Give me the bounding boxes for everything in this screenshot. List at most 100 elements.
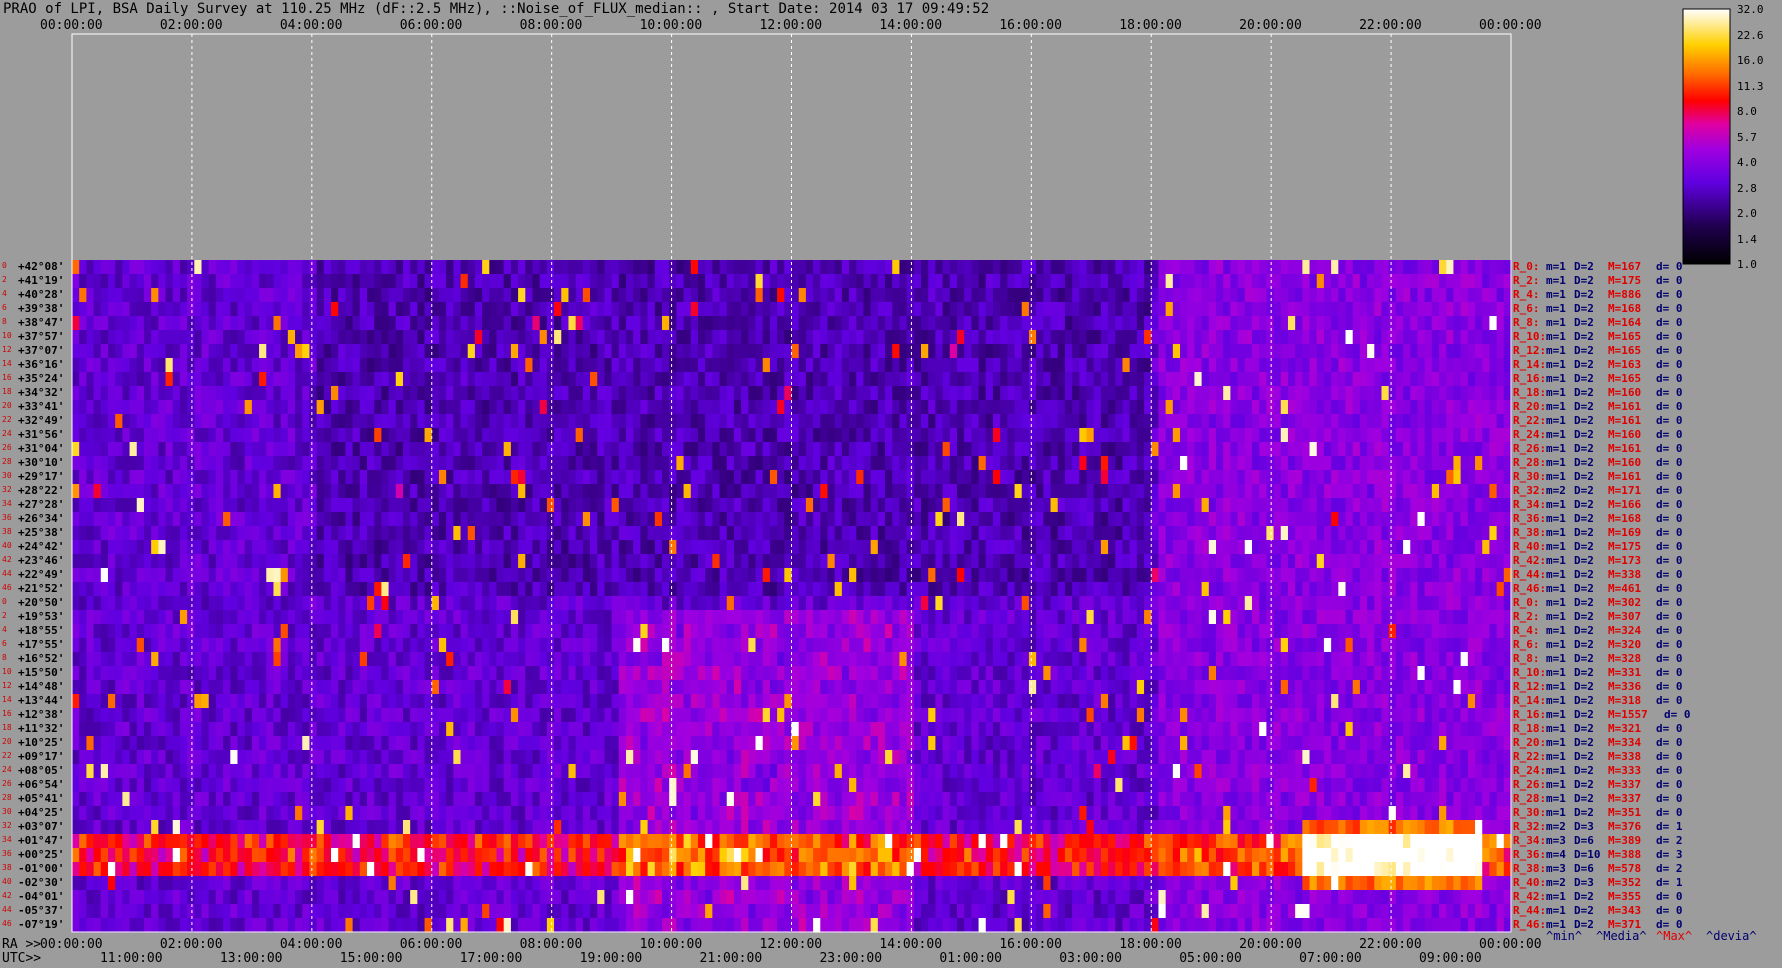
heatmap-cell (849, 554, 857, 569)
heatmap-cell (1079, 512, 1088, 527)
heatmap-cell (1323, 582, 1332, 597)
heatmap-cell (129, 512, 138, 527)
heatmap-cell (100, 386, 109, 401)
heatmap-cell (1345, 386, 1354, 401)
heatmap-cell (1043, 554, 1052, 569)
heatmap-cell (172, 582, 181, 597)
heatmap-cell (661, 526, 670, 541)
heatmap-cell (122, 372, 131, 387)
heatmap-cell (1475, 512, 1483, 527)
heatmap-cell (1050, 526, 1059, 541)
heatmap-cell (1187, 470, 1196, 485)
heatmap-cell (367, 428, 375, 443)
heatmap-cell (244, 316, 253, 331)
heatmap-cell (992, 442, 1001, 457)
heatmap-cell (726, 582, 735, 597)
heatmap-cell (280, 428, 289, 443)
heatmap-cell (813, 568, 821, 583)
heatmap-cell (1439, 498, 1447, 513)
heatmap-cell (323, 316, 332, 331)
heatmap-cell (1460, 316, 1469, 331)
heatmap-cell (1093, 540, 1102, 555)
heatmap-cell (546, 442, 555, 457)
heatmap-cell (424, 302, 433, 317)
heatmap-cell (1453, 540, 1462, 555)
heatmap-cell (72, 484, 80, 499)
heatmap-cell (323, 414, 332, 429)
heatmap-cell (971, 260, 980, 275)
heatmap-cell (1172, 330, 1181, 345)
heatmap-cell (1323, 330, 1332, 345)
heatmap-cell (482, 358, 490, 373)
heatmap-cell (244, 540, 253, 555)
heatmap-cell (626, 596, 634, 611)
heatmap-cell (921, 470, 929, 485)
heatmap-cell (474, 484, 483, 499)
heatmap-cell (331, 260, 339, 275)
heatmap-cell (1028, 330, 1037, 345)
heatmap-cell (755, 554, 764, 569)
heatmap-cell (1475, 568, 1483, 583)
heatmap-cell (474, 288, 483, 303)
heatmap-cell (1475, 442, 1483, 457)
heatmap-cell (856, 288, 865, 303)
heatmap-cell (438, 498, 447, 513)
heatmap-cell (1439, 484, 1447, 499)
heatmap-cell (697, 568, 706, 583)
heatmap-cell (1050, 568, 1059, 583)
heatmap-cell (151, 428, 159, 443)
heatmap-cell (79, 498, 87, 513)
heatmap-cell (885, 456, 893, 471)
heatmap-cell (1453, 316, 1462, 331)
heatmap-cell (93, 414, 102, 429)
heatmap-cell (259, 526, 267, 541)
heatmap-cell (762, 400, 771, 415)
heatmap-cell (1151, 582, 1160, 597)
heatmap-cell (1467, 274, 1476, 289)
heatmap-cell (618, 288, 627, 303)
heatmap-cell (172, 386, 181, 401)
heatmap-cell (1072, 260, 1080, 275)
heatmap-cell (453, 512, 462, 527)
heatmap-cell (1359, 344, 1368, 359)
heatmap-cell (1122, 470, 1131, 485)
heatmap-cell (841, 274, 850, 289)
heatmap-cell (331, 400, 339, 415)
heatmap-cell (374, 302, 382, 317)
heatmap-cell (755, 260, 764, 275)
heatmap-cell (1158, 260, 1167, 275)
heatmap-cell (374, 540, 382, 555)
heatmap-cell (424, 386, 433, 401)
heatmap-cell (1093, 442, 1102, 457)
heatmap-cell (582, 498, 591, 513)
heatmap-cell (215, 540, 224, 555)
heatmap-cell (1079, 582, 1088, 597)
heatmap-cell (417, 470, 426, 485)
heatmap-cell (554, 316, 562, 331)
heatmap-cell (1374, 358, 1383, 373)
heatmap-cell (1309, 288, 1318, 303)
heatmap-cell (1273, 582, 1282, 597)
heatmap-cell (194, 498, 203, 513)
heatmap-cell (791, 274, 800, 289)
heatmap-cell (158, 316, 167, 331)
heatmap-cell (1151, 288, 1160, 303)
heatmap-cell (626, 428, 634, 443)
heatmap-cell (985, 302, 994, 317)
heatmap-cell (1223, 344, 1231, 359)
heatmap-cell (1446, 414, 1455, 429)
heatmap-cell (1223, 554, 1231, 569)
heatmap-cell (1093, 568, 1102, 583)
heatmap-cell (316, 526, 325, 541)
heatmap-cell (1295, 512, 1303, 527)
heatmap-cell (712, 498, 721, 513)
heatmap-cell (590, 498, 598, 513)
heatmap-cell (561, 302, 570, 317)
heatmap-cell (1338, 456, 1347, 471)
heatmap-cell (618, 596, 627, 611)
heatmap-cell (417, 400, 426, 415)
heatmap-cell (956, 470, 965, 485)
heatmap-cell (395, 428, 404, 443)
heatmap-cell (661, 498, 670, 513)
heatmap-cell (1410, 400, 1419, 415)
